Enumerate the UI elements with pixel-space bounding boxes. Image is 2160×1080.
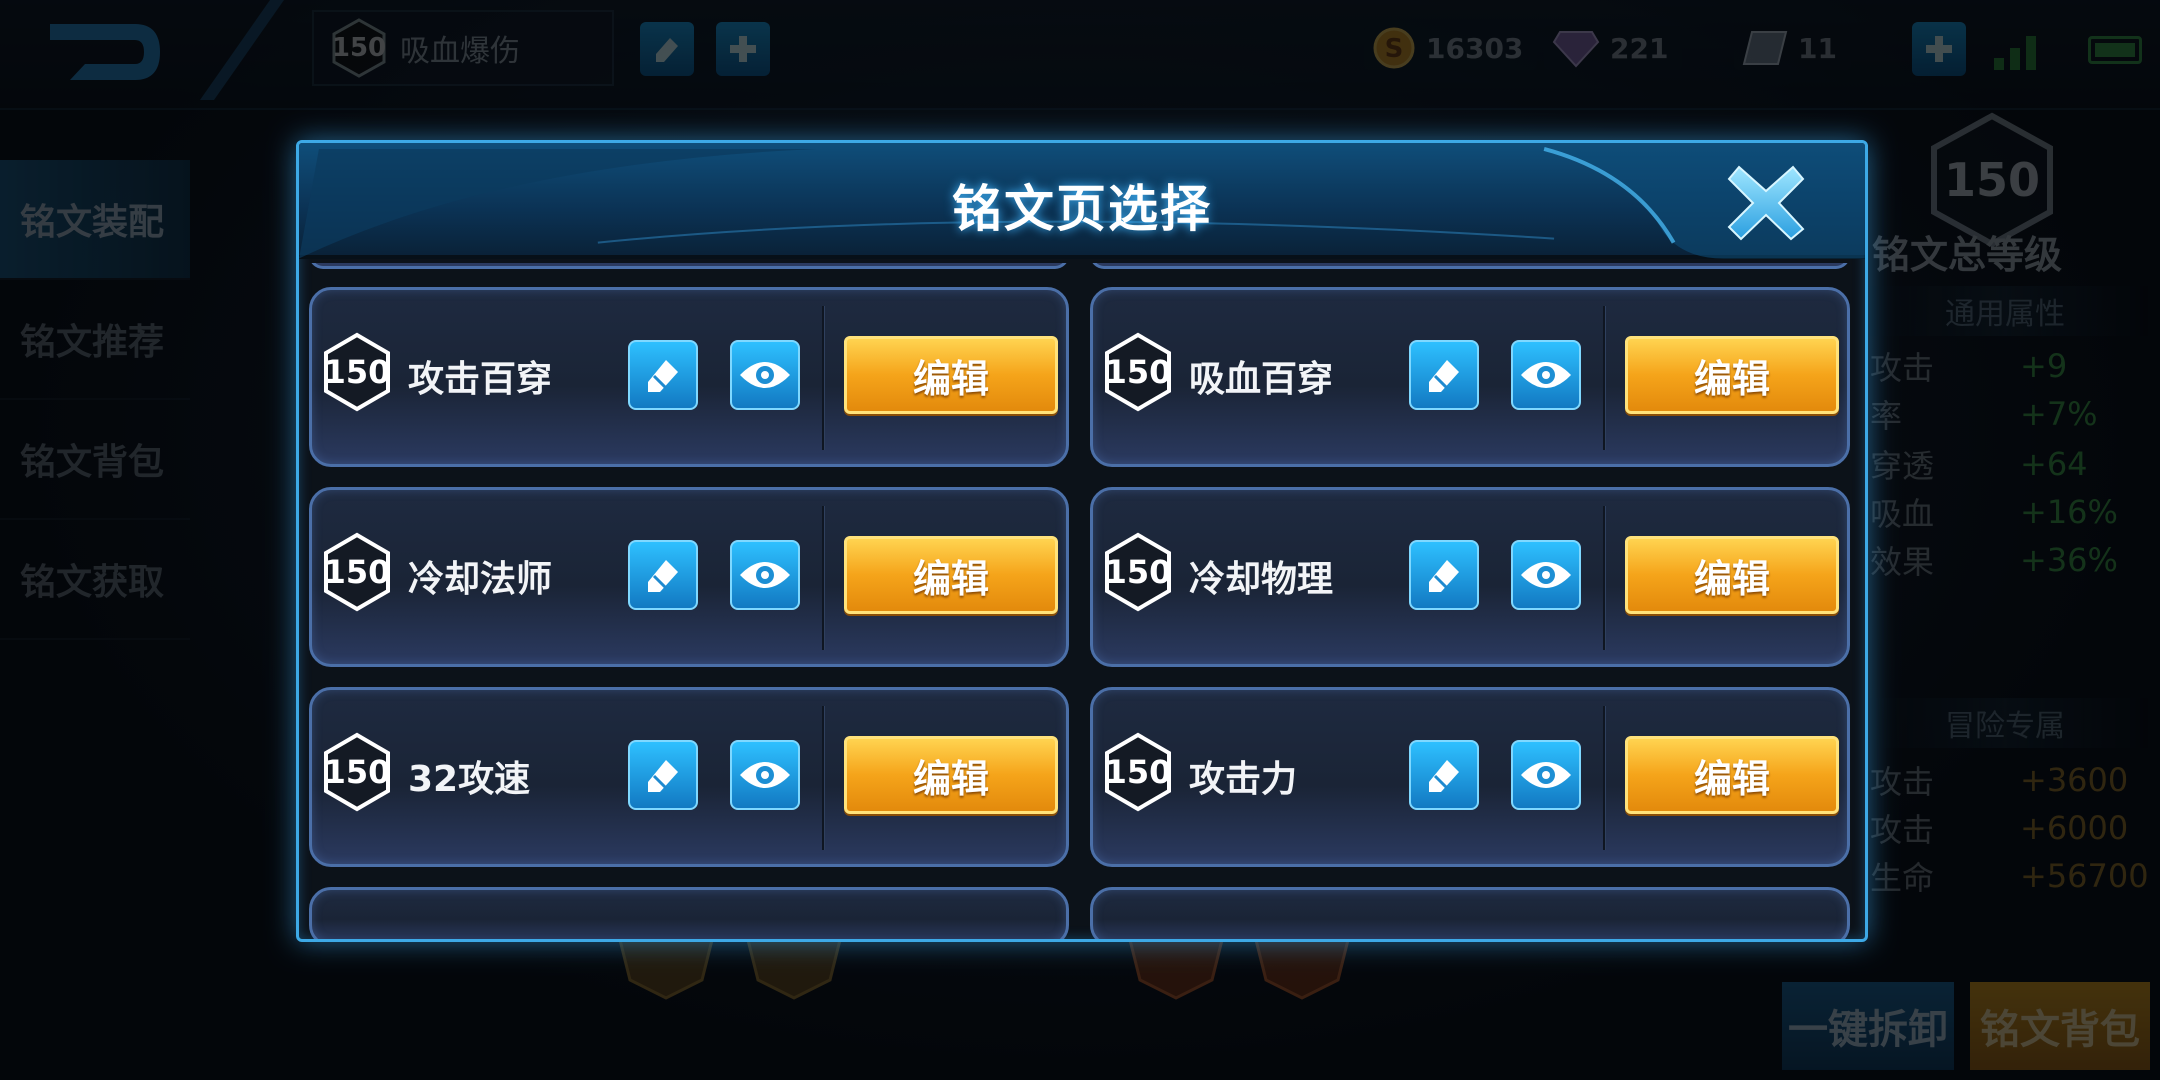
partial-card-top (1090, 263, 1850, 269)
rune-page-select-dialog: 铭文页选择 150 攻击百穿 编辑 150 吸血百穿 编辑 150 冷却法师 编… (296, 140, 1868, 942)
edit-button[interactable]: 编辑 (844, 536, 1058, 614)
rune-page-card[interactable]: 150 32攻速 编辑 (309, 687, 1069, 867)
rune-page-card[interactable]: 150 冷却法师 编辑 (309, 487, 1069, 667)
eraser-icon (648, 760, 678, 792)
eye-icon (740, 562, 790, 588)
page-level: 150 (323, 753, 391, 791)
eye-icon (740, 762, 790, 788)
level-hex-icon: 150 (322, 732, 392, 812)
eye-icon (1521, 762, 1571, 788)
dialog-header: 铭文页选择 (299, 143, 1865, 259)
page-name: 32攻速 (408, 759, 531, 800)
rename-button[interactable] (628, 340, 698, 410)
preview-button[interactable] (730, 340, 800, 410)
rename-button[interactable] (628, 540, 698, 610)
page-level: 150 (1104, 753, 1172, 791)
divider (822, 506, 824, 650)
rename-button[interactable] (1409, 740, 1479, 810)
page-level: 150 (1104, 553, 1172, 591)
partial-card-top (309, 263, 1069, 269)
rune-page-card-partial[interactable] (1090, 887, 1850, 939)
eye-icon (1521, 362, 1571, 388)
level-hex-icon: 150 (322, 332, 392, 412)
divider (1603, 306, 1605, 450)
page-name: 攻击力 (1189, 759, 1298, 800)
rune-page-list[interactable]: 150 攻击百穿 编辑 150 吸血百穿 编辑 150 冷却法师 编辑 150 … (309, 263, 1861, 939)
eraser-icon (648, 560, 678, 592)
rune-page-card[interactable]: 150 吸血百穿 编辑 (1090, 287, 1850, 467)
level-hex-icon: 150 (1103, 332, 1173, 412)
level-hex-icon: 150 (1103, 732, 1173, 812)
eraser-icon (648, 360, 678, 392)
divider (1603, 706, 1605, 850)
rename-button[interactable] (1409, 340, 1479, 410)
divider (822, 306, 824, 450)
eraser-icon (1429, 560, 1459, 592)
preview-button[interactable] (1511, 540, 1581, 610)
rune-page-card[interactable]: 150 冷却物理 编辑 (1090, 487, 1850, 667)
eye-icon (1521, 562, 1571, 588)
level-hex-icon: 150 (322, 532, 392, 612)
rune-page-card[interactable]: 150 攻击百穿 编辑 (309, 287, 1069, 467)
edit-button[interactable]: 编辑 (1625, 336, 1839, 414)
preview-button[interactable] (730, 740, 800, 810)
rune-page-card[interactable]: 150 攻击力 编辑 (1090, 687, 1850, 867)
page-name: 攻击百穿 (408, 359, 553, 400)
edit-button[interactable]: 编辑 (844, 736, 1058, 814)
eraser-icon (1429, 760, 1459, 792)
preview-button[interactable] (1511, 740, 1581, 810)
rune-page-card-partial[interactable] (309, 887, 1069, 939)
page-name: 冷却法师 (408, 559, 553, 600)
eraser-icon (1429, 360, 1459, 392)
page-name: 冷却物理 (1189, 559, 1334, 600)
page-name: 吸血百穿 (1189, 359, 1334, 400)
edit-button[interactable]: 编辑 (844, 336, 1058, 414)
page-level: 150 (323, 353, 391, 391)
eye-icon (740, 362, 790, 388)
dialog-title: 铭文页选择 (952, 180, 1212, 238)
edit-button[interactable]: 编辑 (1625, 736, 1839, 814)
close-icon[interactable] (1721, 157, 1811, 247)
divider (822, 706, 824, 850)
rename-button[interactable] (1409, 540, 1479, 610)
rename-button[interactable] (628, 740, 698, 810)
edit-button[interactable]: 编辑 (1625, 536, 1839, 614)
page-level: 150 (1104, 353, 1172, 391)
level-hex-icon: 150 (1103, 532, 1173, 612)
preview-button[interactable] (1511, 340, 1581, 410)
divider (1603, 506, 1605, 650)
page-level: 150 (323, 553, 391, 591)
preview-button[interactable] (730, 540, 800, 610)
